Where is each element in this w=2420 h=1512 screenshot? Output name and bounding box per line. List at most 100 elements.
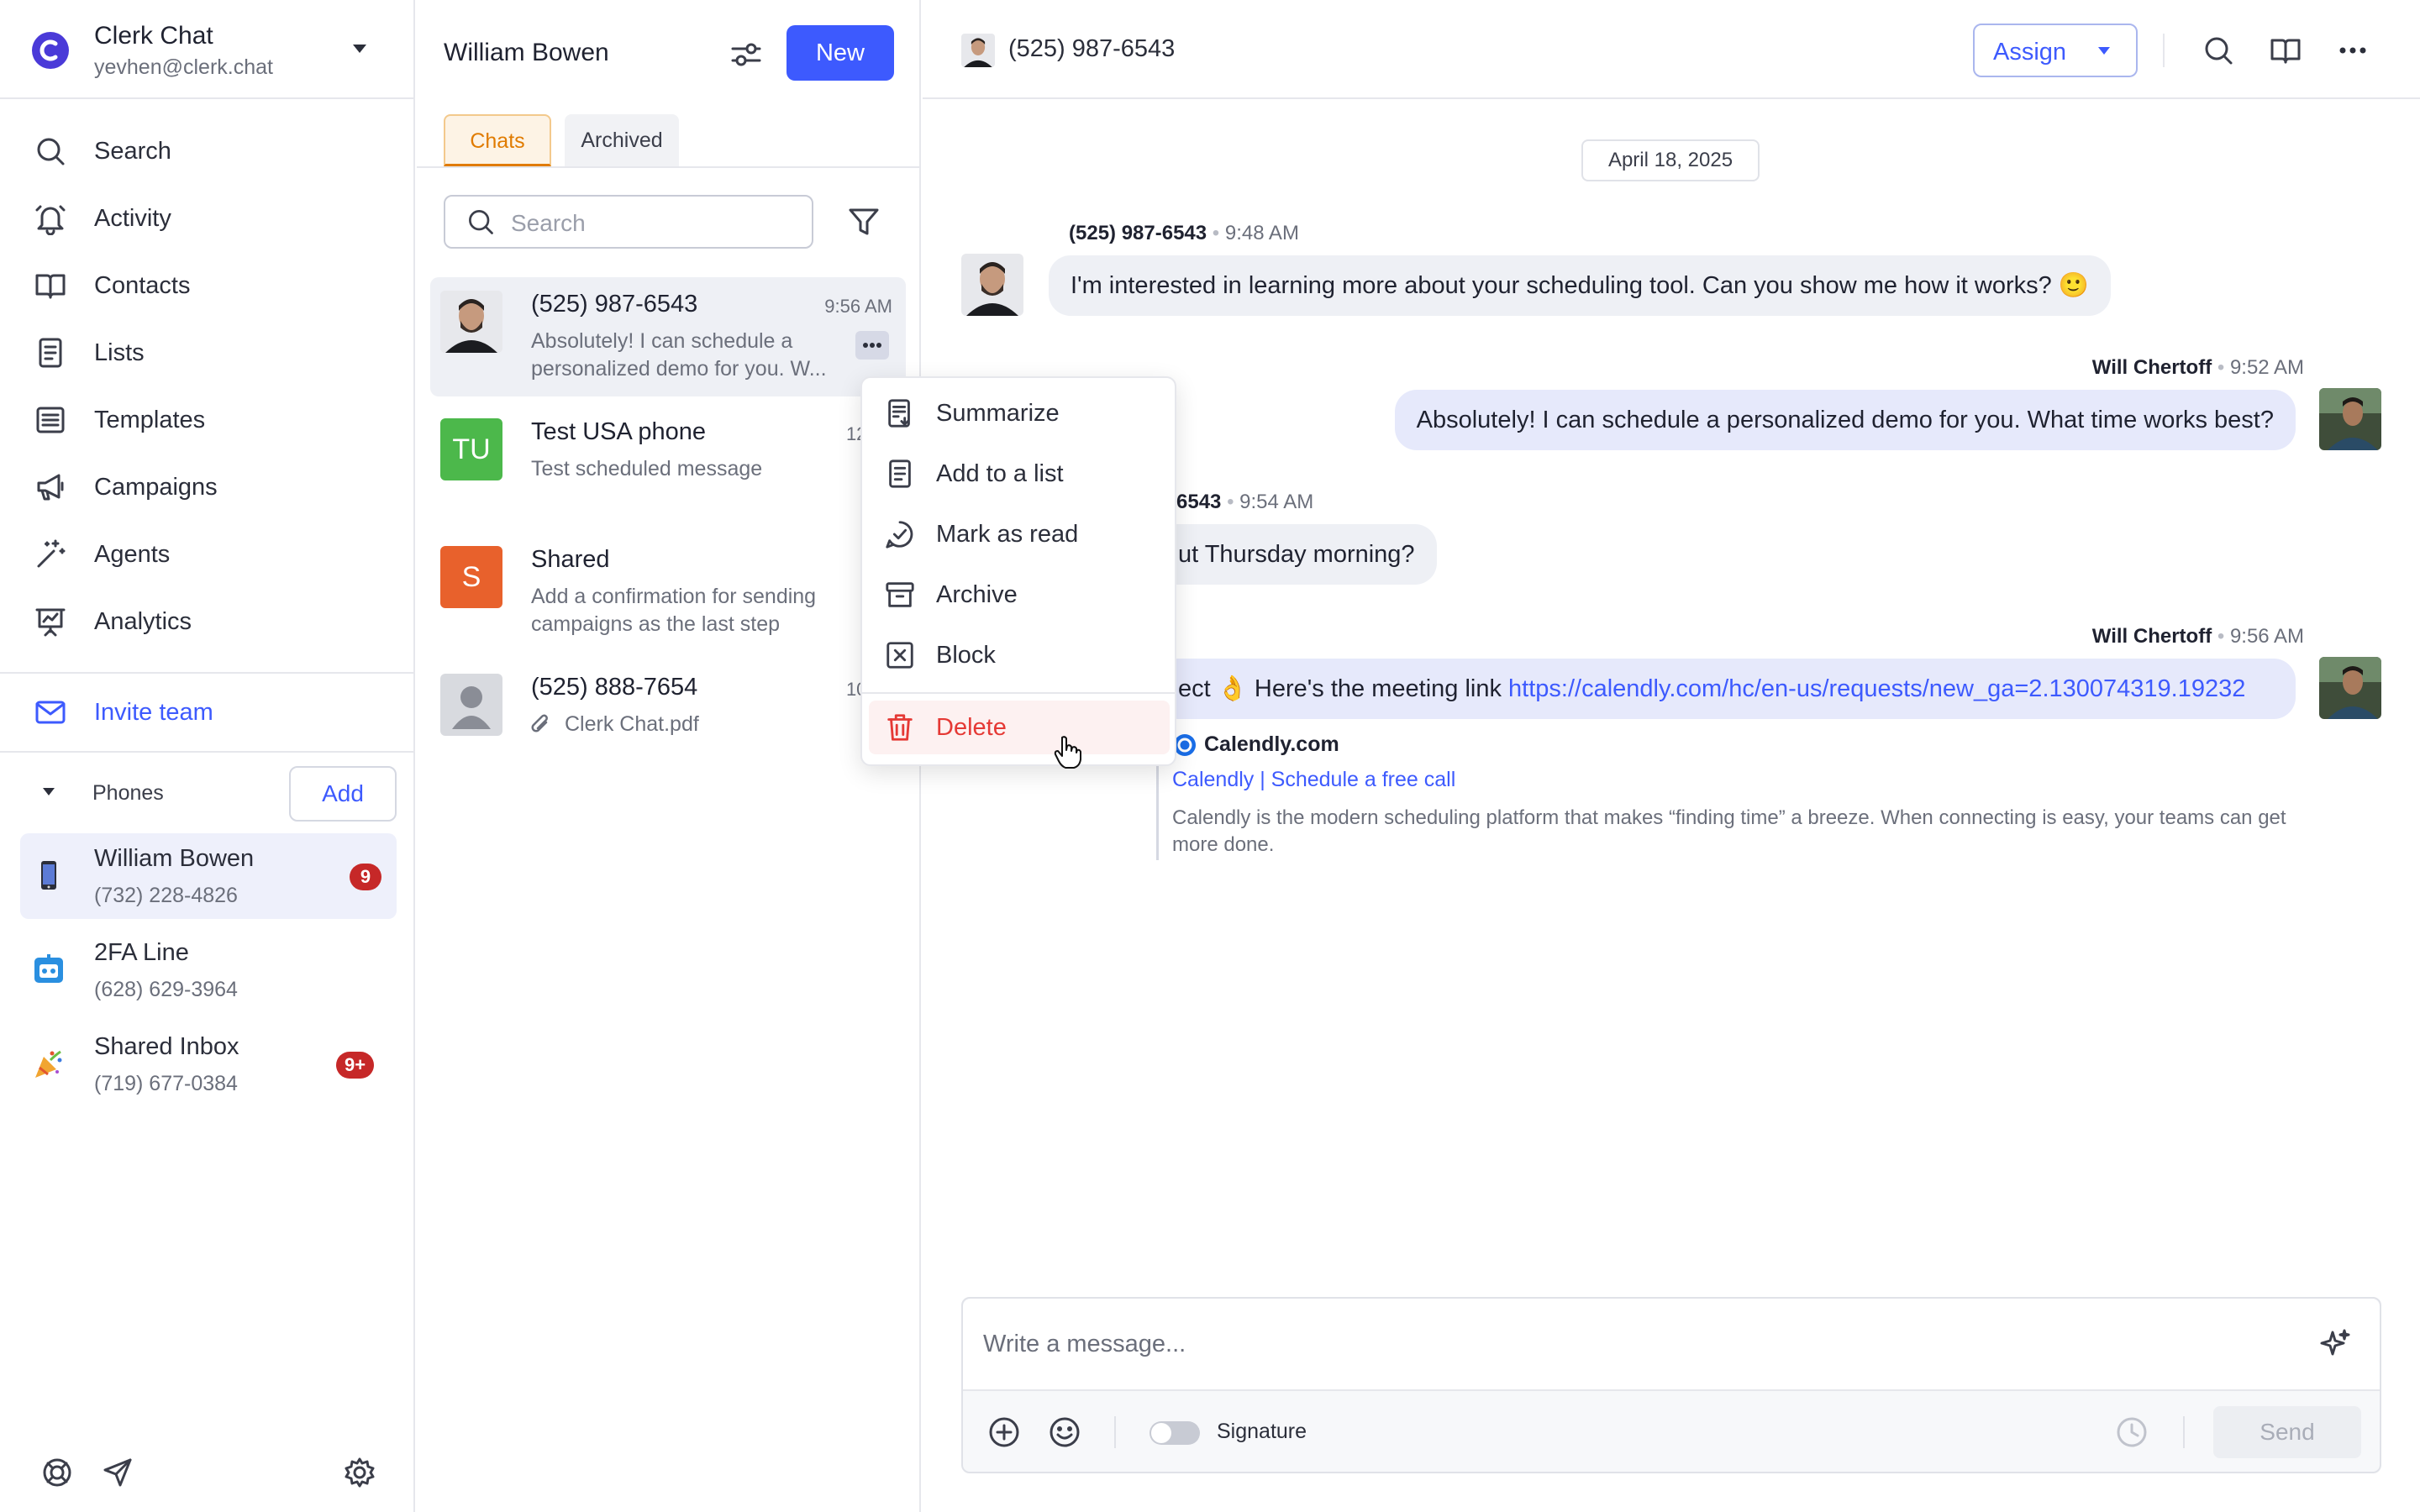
menu-item-add-to-list[interactable]: Add to a list: [869, 447, 1170, 501]
more-options-icon[interactable]: [855, 331, 889, 360]
settings-gear-icon[interactable]: [343, 1456, 376, 1489]
chat-name: Shared: [531, 546, 610, 573]
phones-label: Phones: [92, 781, 164, 805]
menu-label: Block: [936, 641, 996, 669]
conversation-header: (525) 987-6543 Assign: [923, 0, 2420, 99]
filter-icon[interactable]: [847, 205, 881, 239]
message-composer: Write a message... Signature Send: [961, 1297, 2381, 1473]
send-button[interactable]: Send: [2213, 1406, 2361, 1458]
phone-number: (628) 629-3964: [94, 978, 238, 1001]
sender-name: (525) 987-6543: [1069, 222, 1207, 244]
workspace-switcher[interactable]: Clerk Chat yevhen@clerk.chat: [0, 0, 415, 99]
nav-contacts[interactable]: Contacts: [34, 259, 190, 312]
phone-line-william-bowen[interactable]: William Bowen (732) 228-4826 9: [20, 833, 397, 919]
chat-item[interactable]: (525) 888-7654 10:28 Clerk Chat.pdf: [430, 660, 906, 753]
template-icon: [34, 403, 67, 437]
mobile-phone-icon: [32, 858, 66, 892]
divider: [0, 751, 415, 753]
tab-archived[interactable]: Archived: [565, 114, 679, 166]
message-bubble: I'm interested in learning more about yo…: [1049, 255, 2111, 316]
signature-toggle[interactable]: [1150, 1421, 1200, 1445]
bell-icon: [34, 202, 67, 235]
phone-name: William Bowen: [94, 845, 255, 872]
nav-label: Agents: [94, 540, 171, 568]
mail-icon: [34, 696, 67, 729]
block-icon: [884, 639, 916, 671]
chat-list-panel: William Bowen New Chats Archived Search …: [417, 0, 921, 1512]
message-bubble: ut Thursday morning?: [1156, 524, 1437, 585]
menu-item-mark-as-read[interactable]: Mark as read: [869, 507, 1170, 561]
assign-button[interactable]: Assign: [1973, 24, 2138, 77]
phone-number: (719) 677-0384: [94, 1072, 238, 1095]
contact-avatar: [961, 34, 995, 67]
trash-icon: [884, 711, 916, 743]
contact-avatar: S: [440, 546, 502, 608]
chat-preview: Test scheduled message: [531, 457, 763, 480]
add-attachment-icon[interactable]: [986, 1415, 1022, 1450]
megaphone-icon: [34, 470, 67, 504]
nav-label: Campaigns: [94, 473, 218, 501]
invite-team-link[interactable]: Invite team: [34, 685, 213, 739]
ai-sparkle-icon[interactable]: [2317, 1327, 2353, 1362]
chat-name: (525) 987-6543: [531, 291, 698, 318]
chat-search-box[interactable]: Search: [444, 195, 813, 249]
agent-avatar: [2319, 657, 2381, 719]
nav-label: Activity: [94, 204, 171, 232]
nav-search[interactable]: Search: [34, 124, 171, 178]
schedule-clock-icon[interactable]: [2114, 1415, 2149, 1450]
emoji-icon[interactable]: [1047, 1415, 1082, 1450]
nav-campaigns[interactable]: Campaigns: [34, 460, 218, 514]
nav-label: Analytics: [94, 607, 192, 635]
nav-activity[interactable]: Activity: [34, 192, 171, 245]
message-time: 9:56 AM: [2229, 625, 2304, 648]
divider: [1114, 1416, 1116, 1448]
message-text: ect 👌 Here's the meeting link: [1178, 675, 1509, 702]
search-icon: [466, 207, 496, 237]
caret-down-icon[interactable]: [350, 42, 370, 55]
add-phone-button[interactable]: Add: [289, 766, 397, 822]
nav-analytics[interactable]: Analytics: [34, 595, 192, 648]
new-chat-button[interactable]: New: [786, 25, 894, 81]
chat-context-menu: Summarize Add to a list Mark as read Arc…: [860, 376, 1176, 769]
sliders-icon[interactable]: [729, 37, 763, 71]
phone-line-2fa[interactable]: 2FA Line (628) 629-3964: [20, 927, 397, 1013]
phone-line-shared-inbox[interactable]: Shared Inbox (719) 677-0384 9+: [20, 1021, 397, 1107]
nav-templates[interactable]: Templates: [34, 393, 205, 447]
chat-item[interactable]: TU Test USA phone 12:48 Test scheduled m…: [430, 405, 906, 524]
chat-item[interactable]: S Shared 16 Add a confirmation for sendi…: [430, 533, 906, 652]
magic-wand-icon: [34, 538, 67, 571]
list-icon: [884, 458, 916, 490]
help-icon[interactable]: [40, 1456, 74, 1489]
menu-item-archive[interactable]: Archive: [869, 568, 1170, 622]
more-options-icon[interactable]: [2336, 34, 2370, 67]
menu-item-delete[interactable]: Delete: [869, 701, 1170, 754]
preview-site: Calendly.com: [1204, 732, 1339, 756]
nav-lists[interactable]: Lists: [34, 326, 145, 380]
message-input[interactable]: Write a message...: [963, 1299, 2380, 1391]
book-icon[interactable]: [2269, 34, 2302, 67]
robot-icon: [32, 953, 66, 986]
phones-toggle[interactable]: Phones: [40, 781, 208, 805]
agent-avatar: [2319, 388, 2381, 450]
message-meta: Will Chertoff • 9:52 AM: [2091, 356, 2304, 379]
menu-item-summarize[interactable]: Summarize: [869, 386, 1170, 440]
menu-label: Delete: [936, 713, 1007, 741]
preview-title[interactable]: Calendly | Schedule a free call: [1172, 768, 1455, 792]
link-preview[interactable]: Calendly.com Calendly | Schedule a free …: [1156, 727, 2333, 860]
divider: [2163, 34, 2165, 67]
menu-item-block[interactable]: Block: [869, 628, 1170, 682]
chat-item[interactable]: (525) 987-6543 9:56 AM Absolutely! I can…: [430, 277, 906, 396]
message-meta: (525) 987-6543 • 9:48 AM: [1069, 222, 1299, 244]
caret-down-icon: [40, 786, 57, 798]
phone-name: Shared Inbox: [94, 1033, 239, 1060]
caret-down-icon: [2096, 45, 2112, 57]
tab-chats[interactable]: Chats: [444, 114, 551, 166]
chat-preview: Add a confirmation for sending campaigns…: [531, 585, 817, 636]
message-link[interactable]: https://calendly.com/hc/en-us/requests/n…: [1508, 675, 2245, 702]
search-icon[interactable]: [2202, 34, 2235, 67]
nav-label: Templates: [94, 406, 206, 433]
app-logo-icon: [32, 32, 69, 69]
message-time: 9:52 AM: [2229, 356, 2304, 379]
nav-agents[interactable]: Agents: [34, 528, 170, 581]
send-feedback-icon[interactable]: [101, 1456, 134, 1489]
